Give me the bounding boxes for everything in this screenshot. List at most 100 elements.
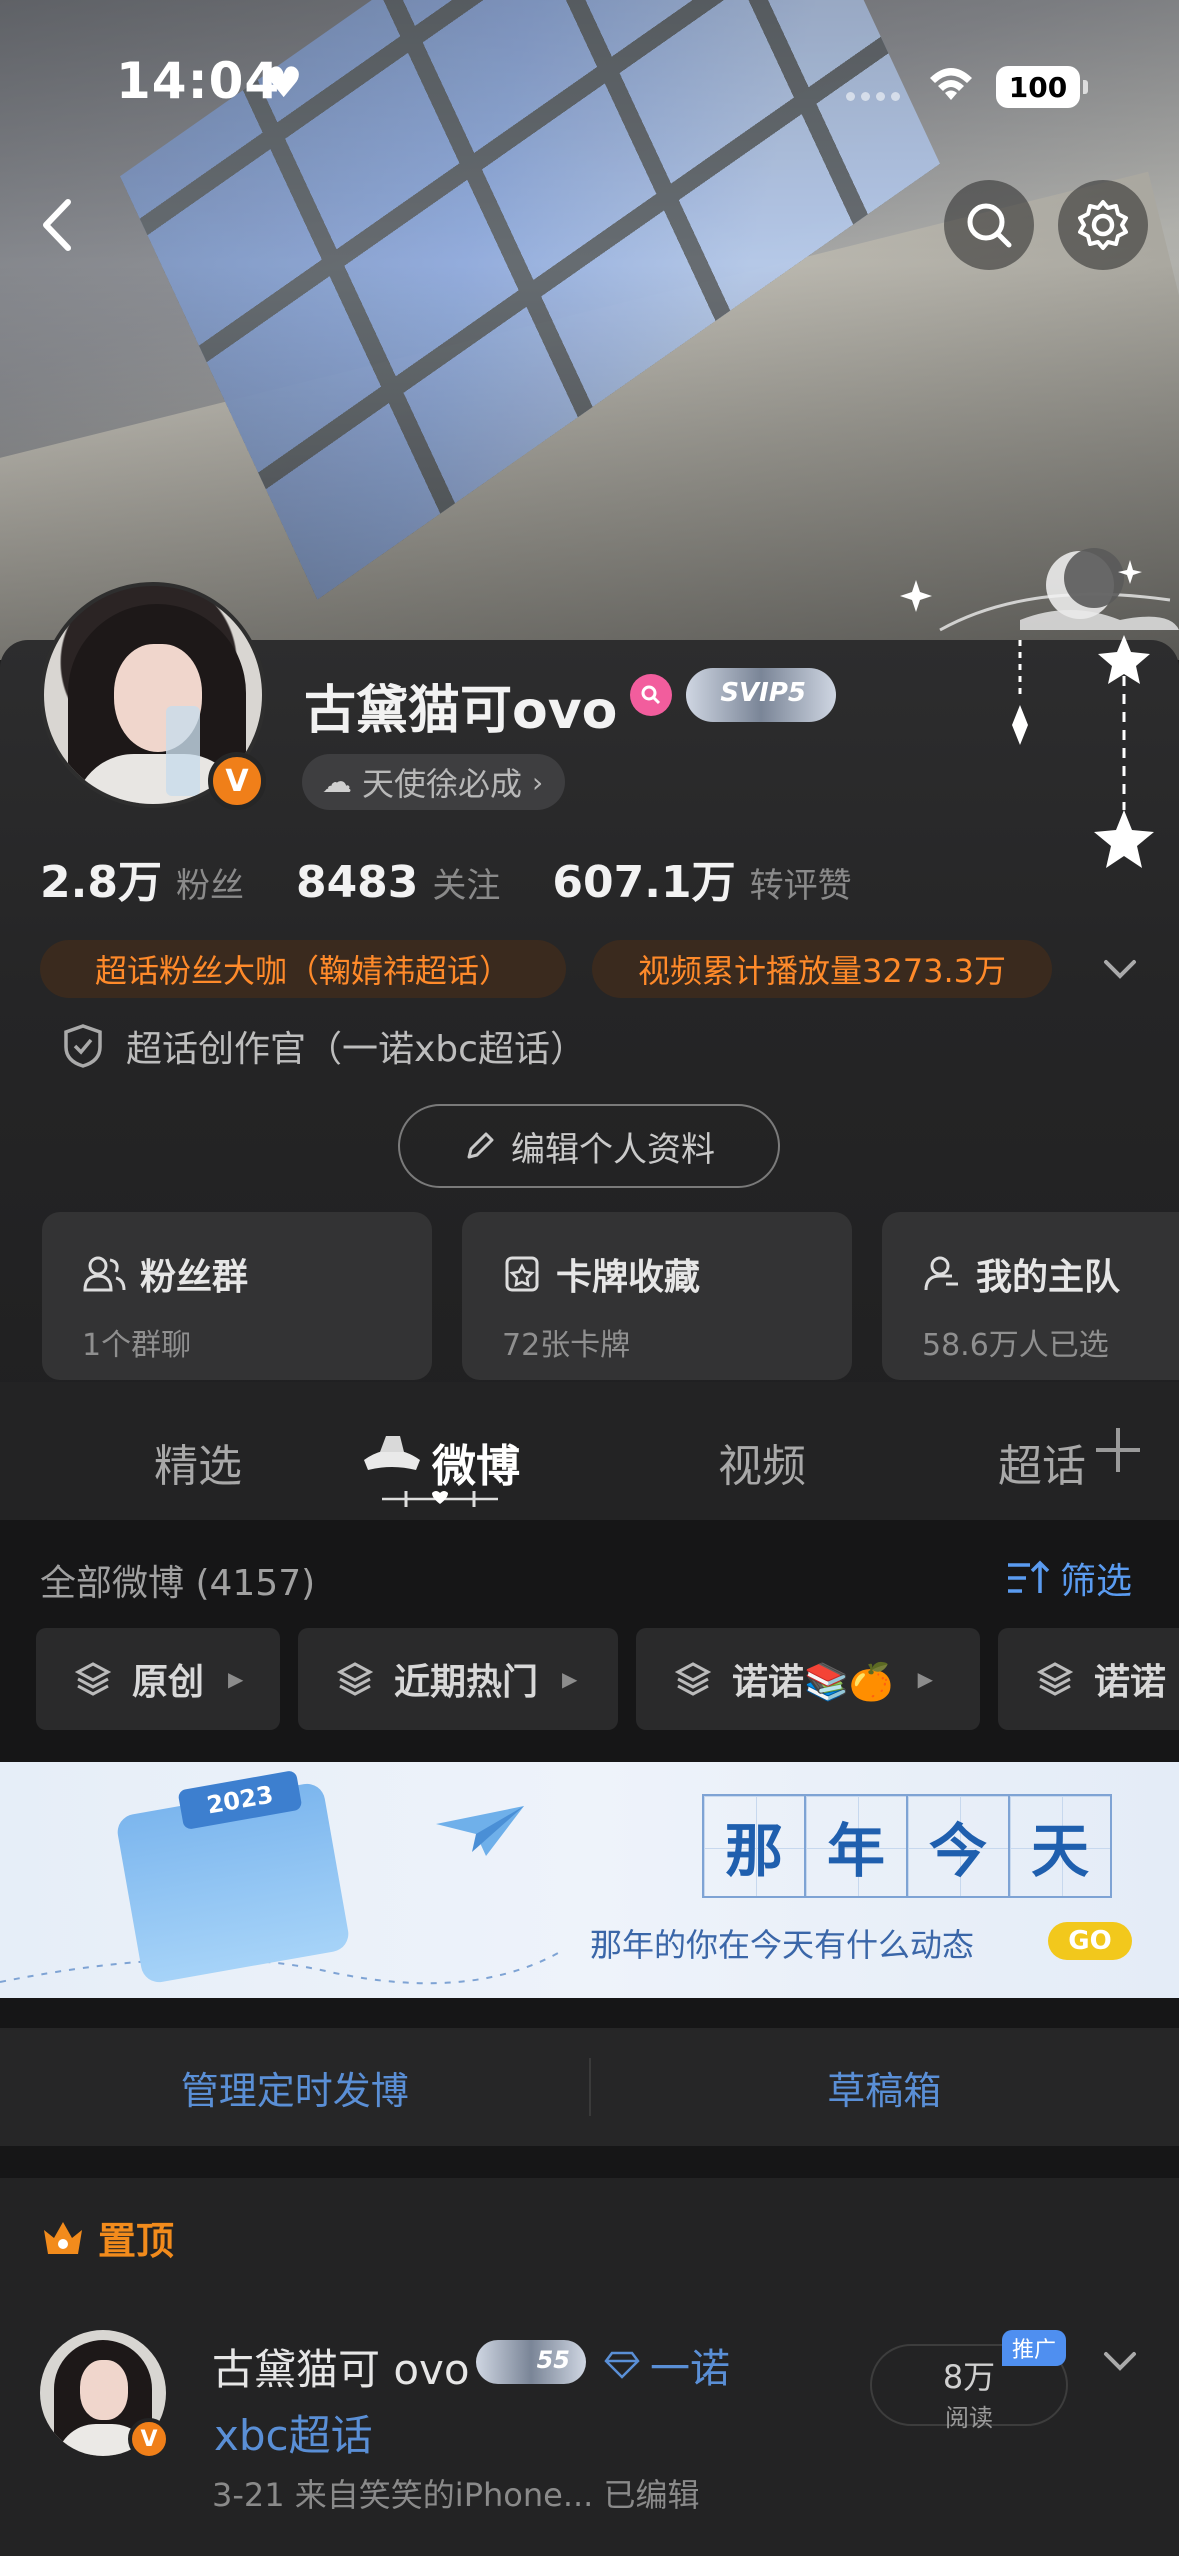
chevron-left-icon[interactable] (28, 190, 88, 260)
stat-followers[interactable]: 2.8万 粉丝 (40, 846, 244, 910)
tab-featured[interactable]: 精选 (154, 1430, 242, 1494)
scheduled-posts-button[interactable]: 管理定时发博 (0, 2028, 590, 2146)
card-fan-group[interactable]: 粉丝群 1个群聊 (42, 1212, 432, 1380)
card-home-team-title: 我的主队 (976, 1257, 1121, 1298)
chip-original[interactable]: 原创 ▶ (36, 1628, 280, 1730)
chip-nuonuo[interactable]: 诺诺📚🍊 ▶ (636, 1628, 980, 1730)
chip-recent-hot-label: 近期热门 (394, 1662, 539, 1703)
card-collection[interactable]: 卡牌收藏 72张卡牌 (462, 1212, 852, 1380)
tab-weibo[interactable]: 微博 (432, 1430, 520, 1494)
card-fan-group-sub: 1个群聊 (82, 1328, 192, 1363)
card-fan-group-title: 粉丝群 (140, 1257, 249, 1298)
tag-supertopic-fan[interactable]: 超话粉丝大咖（鞠婧祎超话） (40, 940, 566, 998)
plus-icon[interactable] (1092, 1424, 1144, 1476)
card-home-team-sub: 58.6万人已选 (922, 1328, 1109, 1363)
diamond-icon (604, 2351, 640, 2379)
stat-followers-num: 2.8万 (40, 857, 162, 908)
signal-icon (846, 92, 900, 101)
tab-supertopic[interactable]: 超话 (998, 1430, 1086, 1494)
edit-profile-button[interactable]: 编辑个人资料 (398, 1104, 780, 1188)
pencil-icon (467, 1132, 494, 1159)
moon-stars-decoration (900, 548, 1179, 868)
card-home-team[interactable]: 我的主队 58.6万人已选 (882, 1212, 1179, 1380)
layers-icon (674, 1662, 712, 1696)
wifi-icon (930, 68, 972, 100)
level-badge-text: SVIP5 (720, 678, 806, 708)
tab-video[interactable]: 视频 (718, 1430, 806, 1494)
hat-icon (364, 1436, 420, 1470)
stats-row: 2.8万 粉丝 8483 关注 607.1万 转评赞 (40, 846, 904, 910)
filter-icon (1008, 1560, 1050, 1593)
battery-icon: 100 (996, 66, 1088, 108)
filter-label: 筛选 (1060, 1561, 1133, 1602)
banner-title-char: 年 (804, 1794, 908, 1898)
username: 古黛猫可ovo (304, 681, 618, 741)
layers-icon (74, 1662, 112, 1696)
stat-following-num: 8483 (295, 857, 419, 908)
tab-active-indicator (382, 1491, 498, 1507)
banner-title-char: 天 (1008, 1794, 1112, 1898)
paper-plane-icon (436, 1806, 524, 1856)
promote-badge[interactable]: 推广 (1002, 2330, 1067, 2366)
status-bar: 14:04 ♥ 100 (0, 0, 1179, 160)
angel-chip[interactable]: ☁ 天使徐必成 › (302, 754, 566, 810)
pinned-label: 置顶 (98, 2219, 175, 2263)
banner-title: 那 年 今 天 (702, 1794, 1112, 1898)
banner-title-char: 那 (702, 1794, 806, 1898)
search-button[interactable] (944, 180, 1034, 270)
stat-likes[interactable]: 607.1万 转评赞 (552, 846, 851, 910)
chip-nuonuo-label: 诺诺📚🍊 (732, 1662, 894, 1703)
heart-icon: ♥ (265, 58, 303, 107)
filter-button[interactable]: 筛选 (1006, 1552, 1132, 1604)
angel-chip-label: 天使徐必成 (362, 765, 523, 803)
chevron-down-icon[interactable] (1098, 950, 1142, 990)
on-this-day-banner[interactable]: 2023 那 年 今 天 那年的你在今天有什么动态 GO (0, 1762, 1179, 1998)
chevron-down-icon[interactable] (1100, 2344, 1140, 2380)
stat-following-label: 关注 (432, 866, 501, 906)
crown-icon (44, 2221, 82, 2254)
chip-nuonuo-2-label: 诺诺 (1094, 1662, 1167, 1703)
tag-video-plays[interactable]: 视频累计播放量3273.3万 (592, 940, 1052, 998)
triangle-right-icon: ▶ (917, 1667, 934, 1691)
search-icon (967, 203, 1012, 248)
level-badge[interactable]: SVIP5 (686, 668, 836, 722)
post-author[interactable]: 古黛猫可 ovo (212, 2336, 470, 2397)
chevron-right-icon: › (532, 765, 544, 799)
divider (589, 2058, 591, 2116)
chip-nuonuo-2[interactable]: 诺诺 (998, 1628, 1179, 1730)
shield-icon (64, 1024, 102, 1068)
post-meta: 3-21 来自笑笑的iPhone... 已编辑 (212, 2476, 700, 2514)
stat-likes-label: 转评赞 (749, 866, 852, 906)
gear-icon (1078, 200, 1128, 250)
chip-recent-hot[interactable]: 近期热门 ▶ (298, 1628, 618, 1730)
team-icon (924, 1256, 958, 1291)
stat-following[interactable]: 8483 关注 (296, 857, 500, 908)
vip-icon[interactable] (630, 674, 672, 716)
creator-row[interactable]: 超话创作官（一诺xbc超话） (62, 1020, 586, 1072)
status-time: 14:04 (116, 52, 281, 110)
post-topic-line2[interactable]: xbc超话 (214, 2402, 373, 2463)
banner-go-button[interactable]: GO (1048, 1922, 1132, 1960)
card-collection-title: 卡牌收藏 (556, 1257, 701, 1298)
group-icon (83, 1256, 126, 1292)
post-topic[interactable]: 一诺 (604, 2336, 730, 2394)
stat-likes-num: 607.1万 (552, 857, 736, 908)
chip-original-label: 原创 (132, 1662, 205, 1703)
reads-label: 阅读 (945, 2404, 993, 2432)
pinned-label-row: 置顶 (40, 2210, 174, 2265)
triangle-right-icon: ▶ (562, 1667, 578, 1691)
post-actions-row: 管理定时发博 草稿箱 (0, 2028, 1179, 2146)
post-level-badge: 55 (476, 2340, 586, 2384)
layers-icon (1036, 1662, 1074, 1696)
post-level-text: 55 (536, 2346, 570, 2374)
settings-button[interactable] (1058, 180, 1148, 270)
feed-count: 全部微博 (4157) (40, 1563, 316, 1604)
creator-label: 超话创作官（一诺xbc超话） (126, 1029, 586, 1070)
triangle-right-icon: ▶ (228, 1667, 244, 1691)
post-topic-line1: 一诺 (650, 2346, 730, 2392)
card-collection-sub: 72张卡牌 (502, 1328, 631, 1363)
cloud-icon: ☁ (322, 764, 352, 800)
banner-tagline: 那年的你在今天有什么动态 (590, 1926, 975, 1964)
drafts-button[interactable]: 草稿箱 (590, 2028, 1179, 2146)
stat-followers-label: 粉丝 (175, 866, 244, 906)
